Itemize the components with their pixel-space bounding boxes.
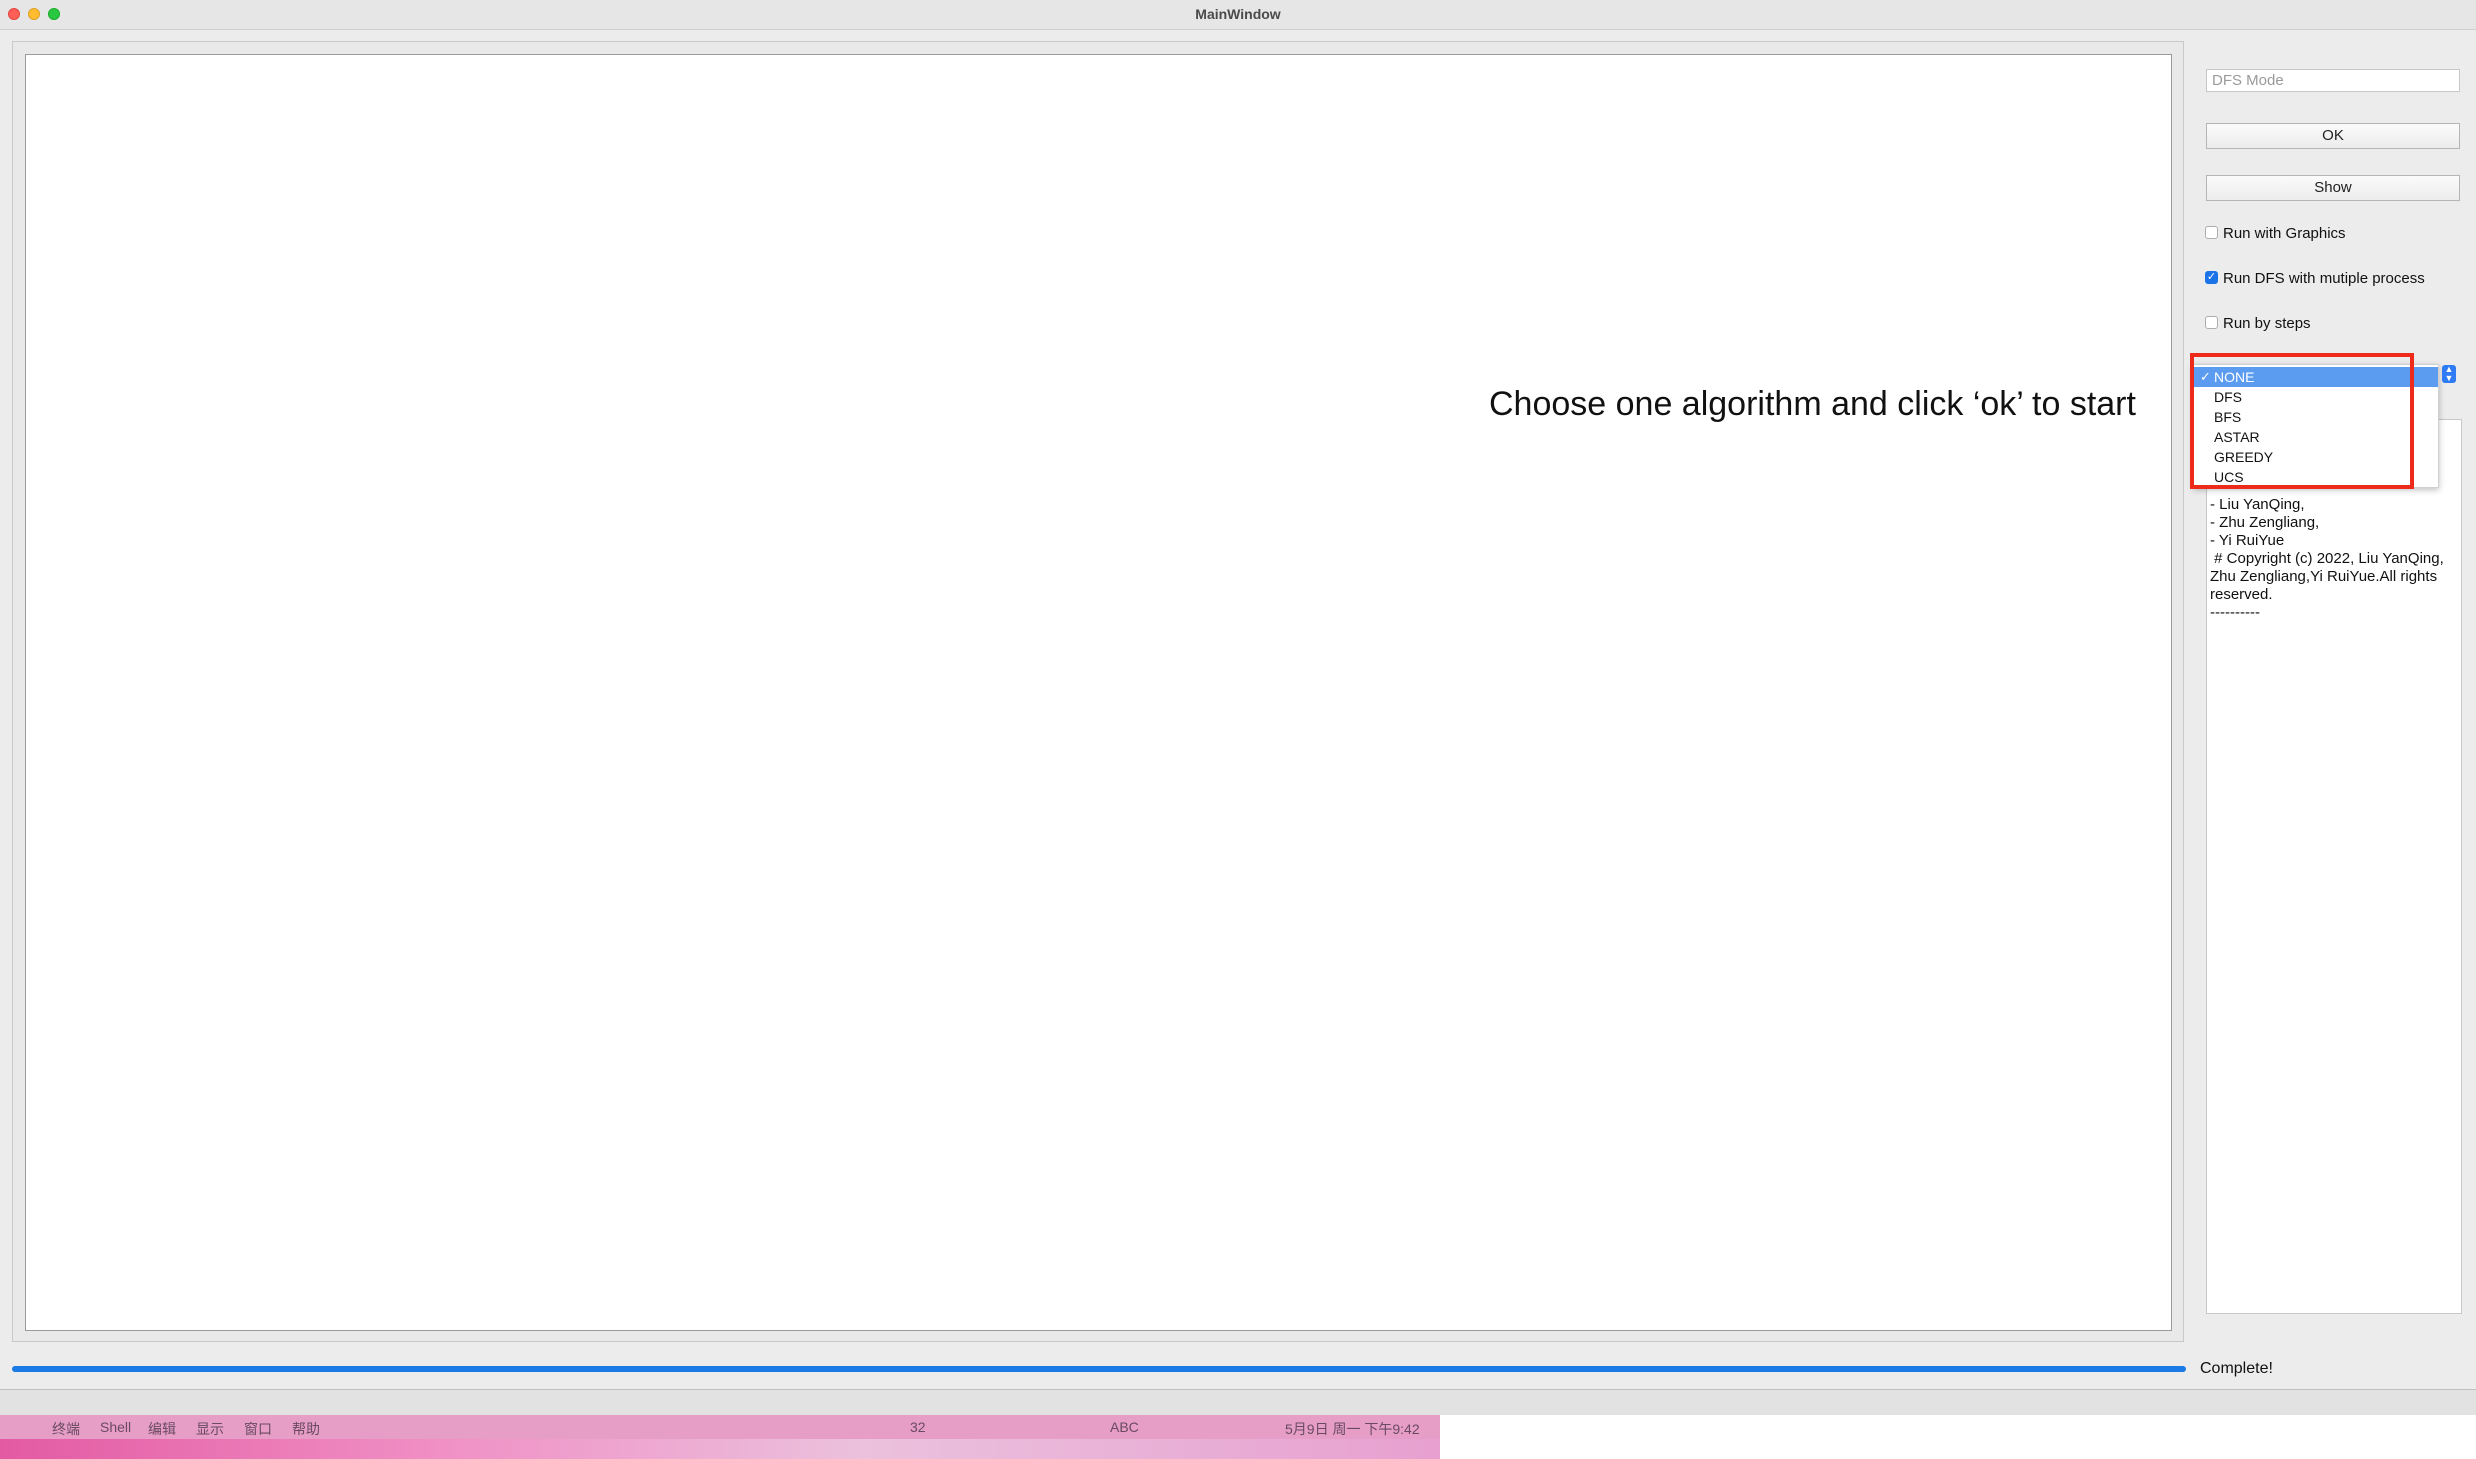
wechat-count[interactable]: 32 [910, 1419, 926, 1435]
run-dfs-multiprocess-option[interactable]: ✓ Run DFS with mutiple process [2205, 270, 2425, 290]
progress-status: Complete! [2200, 1360, 2273, 1377]
run-with-graphics-checkbox[interactable] [2205, 225, 2218, 239]
menu-item-window[interactable]: 窗口 [244, 1419, 272, 1439]
info-line: # Copyright (c) 2022, Liu YanQing, Zhu Z… [2210, 550, 2448, 603]
menu-item-terminal[interactable]: 终端 [52, 1419, 80, 1439]
progress-fill [12, 1366, 2186, 1372]
run-with-graphics-label: Run with Graphics [2223, 225, 2346, 242]
info-line: - Liu YanQing, [2210, 496, 2305, 513]
run-with-graphics-option[interactable]: Run with Graphics [2205, 225, 2346, 245]
input-method[interactable]: ABC [1110, 1419, 1139, 1435]
menu-item-help[interactable]: 帮助 [292, 1419, 320, 1439]
menubar-clock[interactable]: 5月9日 周一 下午9:42 [1285, 1419, 1420, 1439]
run-dfs-multiprocess-label: Run DFS with mutiple process [2223, 270, 2425, 287]
desktop-blank [1440, 1415, 2476, 1459]
info-line: - Yi RuiYue [2210, 532, 2285, 549]
info-line: - Zhu Zengliang, [2210, 514, 2320, 531]
menu-item-edit[interactable]: 编辑 [148, 1419, 176, 1439]
info-line: ---------- [2210, 604, 2260, 621]
ok-button[interactable]: OK [2206, 123, 2460, 149]
graphics-canvas[interactable] [25, 54, 2172, 1331]
run-dfs-multiprocess-checkbox[interactable]: ✓ [2205, 270, 2218, 284]
mode-input[interactable] [2206, 69, 2460, 92]
show-button[interactable]: Show [2206, 175, 2460, 201]
run-by-steps-checkbox[interactable] [2205, 315, 2218, 329]
system-menubar: 终端 Shell 编辑 显示 窗口 帮助 32 ABC 5月9日 周一 下午9:… [0, 1415, 1440, 1439]
status-strip [0, 1389, 2476, 1416]
highlight-box [2190, 353, 2414, 489]
title-bar: MainWindow [0, 0, 2476, 30]
desktop-wallpaper [0, 1439, 1440, 1459]
combo-arrow-icon[interactable]: ▲ ▼ [2442, 365, 2456, 383]
menu-item-view[interactable]: 显示 [196, 1419, 224, 1439]
run-by-steps-label: Run by steps [2223, 315, 2311, 332]
progress-bar [12, 1366, 2186, 1372]
menu-item-shell[interactable]: Shell [100, 1419, 131, 1435]
instruction-text: Choose one algorithm and click ‘ok’ to s… [1489, 385, 2136, 423]
info-text: - Liu YanQing, - Zhu Zengliang, - Yi Rui… [2210, 496, 2460, 622]
run-by-steps-option[interactable]: Run by steps [2205, 315, 2311, 335]
window-title: MainWindow [1195, 6, 1281, 22]
